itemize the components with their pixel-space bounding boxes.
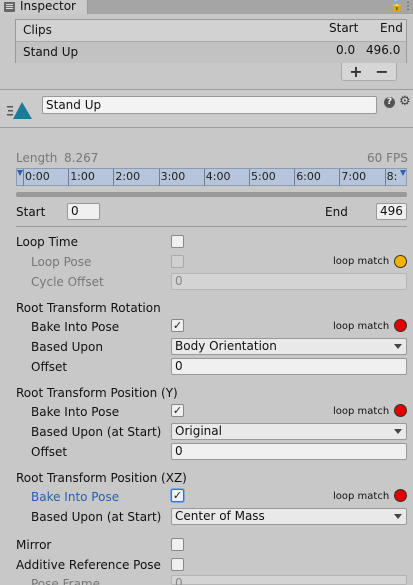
timeline-tick — [68, 169, 70, 186]
clip-row-name: Stand Up — [23, 45, 79, 59]
dropdown-value: Center of Mass — [175, 509, 265, 523]
tab-inspector[interactable]: Inspector — [0, 0, 88, 14]
clip-row[interactable]: Stand Up 0.0 496.0 — [16, 42, 406, 63]
additive-reference-pose-label: Additive Reference Pose — [16, 558, 161, 572]
length-value: 8.267 — [64, 151, 99, 165]
loop-match-label: loop match — [333, 321, 390, 332]
cycle-offset-field[interactable]: 0 — [171, 273, 407, 290]
add-clip-button[interactable]: + — [346, 63, 366, 81]
length-label: Length — [16, 151, 58, 165]
dropdown-value: Body Orientation — [175, 339, 277, 353]
dropdown-value: Original — [175, 424, 222, 438]
root-position-y-title: Root Transform Position (Y) — [16, 386, 178, 400]
timeline-tick — [339, 169, 341, 186]
loop-match-label: loop match — [333, 406, 390, 417]
clips-add-remove: + − — [341, 63, 397, 81]
kebab-menu-icon[interactable]: ⋮ — [403, 1, 413, 13]
root-position-xz-based-upon-dropdown[interactable]: Center of Mass — [171, 508, 407, 525]
loop-match-indicator-icon — [394, 255, 407, 268]
mirror-label: Mirror — [16, 538, 52, 552]
timeline-tick-label: 8: — [386, 170, 398, 183]
start-label: Start — [16, 205, 46, 219]
lock-icon[interactable]: 🔒 — [390, 0, 404, 12]
cycle-offset-label: Cycle Offset — [31, 275, 104, 289]
end-marker-icon[interactable] — [400, 170, 406, 176]
timeline-ruler[interactable]: 0:00 1:00 2:00 3:00 4:00 5:00 6:00 7:00 8: — [16, 168, 407, 186]
timeline-tick-label: 1:00 — [70, 170, 95, 183]
root-position-y-based-upon-dropdown[interactable]: Original — [171, 423, 407, 440]
timeline-tick-label: 4:00 — [205, 170, 231, 183]
timeline-tick-label: 5:00 — [251, 170, 276, 183]
root-position-xz-bake-checkbox[interactable]: ✓ — [171, 489, 184, 502]
animation-clip-icon — [7, 102, 32, 119]
loop-match-label: loop match — [333, 256, 390, 267]
timeline-scrollbar[interactable] — [16, 192, 407, 197]
pose-frame-label: Pose Frame — [31, 577, 100, 585]
divider — [16, 226, 407, 227]
loop-pose-checkbox[interactable] — [171, 255, 184, 268]
fps-value: 60 FPS — [367, 151, 408, 165]
timeline-tick-label: 3:00 — [160, 170, 186, 183]
clip-row-start: 0.0 — [336, 43, 356, 57]
timeline-tick-label: 6:00 — [296, 170, 321, 183]
timeline-tick — [249, 169, 250, 186]
clip-row-end: 496.0 — [366, 43, 401, 57]
timeline-tick — [203, 169, 205, 186]
root-position-y-bake-checkbox[interactable]: ✓ — [171, 404, 184, 417]
clips-header: Clips Start End — [16, 20, 406, 42]
remove-clip-button[interactable]: − — [372, 63, 392, 81]
end-label: End — [325, 205, 348, 219]
timeline-tick-label: 7:00 — [341, 170, 367, 183]
divider — [0, 127, 413, 128]
loop-match-indicator-icon — [394, 319, 407, 332]
timeline-tick — [384, 169, 386, 186]
chevron-down-icon — [394, 514, 402, 519]
start-field[interactable]: 0 — [67, 203, 100, 220]
root-position-xz-title: Root Transform Position (XZ) — [16, 471, 187, 485]
additive-reference-pose-checkbox[interactable] — [171, 558, 184, 571]
timeline-tick — [113, 169, 115, 186]
root-position-xz-bake-label: Bake Into Pose — [31, 490, 120, 504]
clips-header-start: Start — [329, 21, 359, 35]
root-position-y-bake-label: Bake Into Pose — [31, 405, 120, 419]
timeline-tick-label: 2:00 — [115, 170, 141, 183]
timeline-tick — [294, 169, 296, 186]
timeline-tick-label: 0:00 — [25, 170, 50, 183]
chevron-down-icon — [394, 344, 402, 349]
root-rotation-based-upon-label: Based Upon — [31, 340, 103, 354]
root-position-xz-based-upon-label: Based Upon (at Start) — [31, 510, 162, 524]
tab-inspector-label: Inspector — [20, 0, 76, 13]
loop-time-label: Loop Time — [16, 235, 78, 249]
root-rotation-offset-field[interactable]: 0 — [171, 358, 407, 375]
root-rotation-title: Root Transform Rotation — [16, 301, 161, 315]
root-position-y-offset-label: Offset — [31, 445, 68, 459]
mirror-checkbox[interactable] — [171, 538, 184, 551]
root-rotation-offset-label: Offset — [31, 360, 68, 374]
timeline-tick — [158, 169, 160, 186]
clips-header-end: End — [380, 21, 403, 35]
loop-match-indicator-icon — [394, 489, 407, 502]
root-rotation-bake-label: Bake Into Pose — [31, 320, 120, 334]
inspector-icon — [4, 2, 15, 12]
chevron-down-icon — [394, 429, 402, 434]
root-rotation-based-upon-dropdown[interactable]: Body Orientation — [171, 338, 407, 355]
clip-name-field[interactable]: Stand Up — [42, 96, 377, 114]
gear-icon[interactable]: ⚙ — [399, 95, 411, 109]
clips-header-name: Clips — [23, 23, 52, 37]
clips-list: Clips Start End Stand Up 0.0 496.0 — [15, 19, 407, 63]
loop-match-indicator-icon — [394, 404, 407, 417]
root-rotation-bake-checkbox[interactable]: ✓ — [171, 319, 184, 332]
timeline-tick — [23, 169, 24, 186]
end-field[interactable]: 496 — [376, 203, 407, 220]
root-position-y-based-upon-label: Based Upon (at Start) — [31, 425, 162, 439]
loop-time-checkbox[interactable] — [171, 235, 184, 248]
loop-pose-label: Loop Pose — [31, 255, 92, 269]
pose-frame-field[interactable]: 0 — [171, 575, 407, 585]
loop-match-label: loop match — [333, 491, 390, 502]
help-icon[interactable]: ? — [384, 97, 395, 108]
root-position-y-offset-field[interactable]: 0 — [171, 443, 407, 460]
